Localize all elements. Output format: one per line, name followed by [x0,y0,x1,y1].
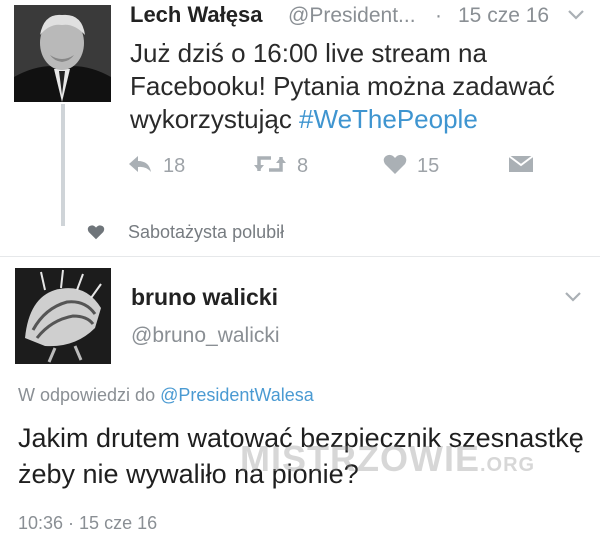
in-reply-to-label: W odpowiedzi do [18,385,161,405]
watermark: MISTRZOWIE.ORG [240,438,535,480]
avatar-lech-walesa[interactable] [14,5,111,102]
direct-message-button[interactable] [508,151,534,181]
reply-button[interactable]: 18 [127,151,185,181]
divider [0,256,600,257]
chevron-down-icon[interactable] [564,290,582,308]
heart-icon [383,153,407,180]
watermark-main: MISTRZOWIE [240,438,480,479]
tweet-date[interactable]: 15 cze 16 [458,4,549,28]
like-button[interactable]: 15 [383,151,439,181]
reply-timestamp[interactable]: 10:36 · 15 cze 16 [18,513,157,534]
like-count: 15 [417,154,440,177]
chevron-down-icon[interactable] [567,8,585,26]
watermark-suffix: .ORG [479,454,536,476]
separator-dot: · [435,4,442,27]
thread-connector-line [61,104,65,226]
in-reply-to-handle-link[interactable]: @PresidentWalesa [160,385,314,405]
reply-icon [127,154,153,179]
avatar-bruno-walicki[interactable] [15,268,111,364]
author-handle[interactable]: @President... [288,4,416,28]
heart-icon [87,224,105,245]
hashtag-link[interactable]: #WeThePeople [299,104,478,134]
tweet-text: Już dziś o 16:00 live stream na Facebook… [130,37,590,136]
retweet-count: 8 [297,154,309,177]
dm-icon [508,154,534,179]
liked-by-label[interactable]: Sabotażysta polubił [128,222,284,243]
in-reply-to: W odpowiedzi do @PresidentWalesa [18,385,314,406]
author-name[interactable]: Lech Wałęsa [130,2,262,28]
reply-count: 18 [163,154,186,177]
retweet-button[interactable]: 8 [253,151,308,181]
retweet-icon [253,153,287,180]
reply-author-name[interactable]: bruno walicki [131,284,278,311]
reply-author-handle[interactable]: @bruno_walicki [131,324,280,348]
